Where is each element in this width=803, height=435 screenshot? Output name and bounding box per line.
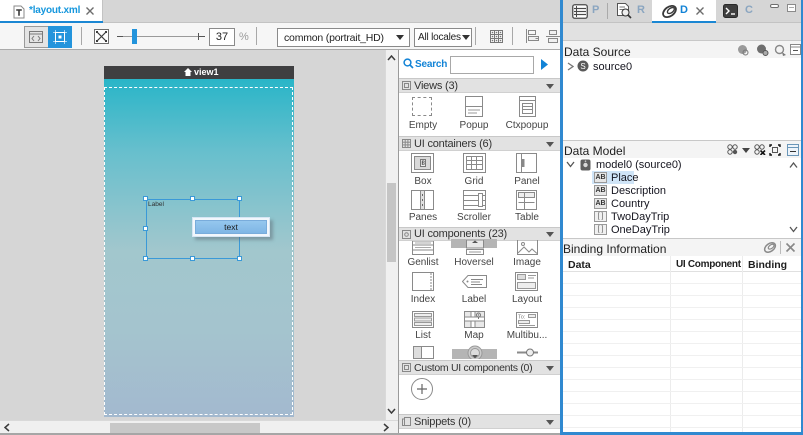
svg-text:To:: To:: [518, 315, 526, 321]
svg-text:S: S: [580, 62, 585, 71]
